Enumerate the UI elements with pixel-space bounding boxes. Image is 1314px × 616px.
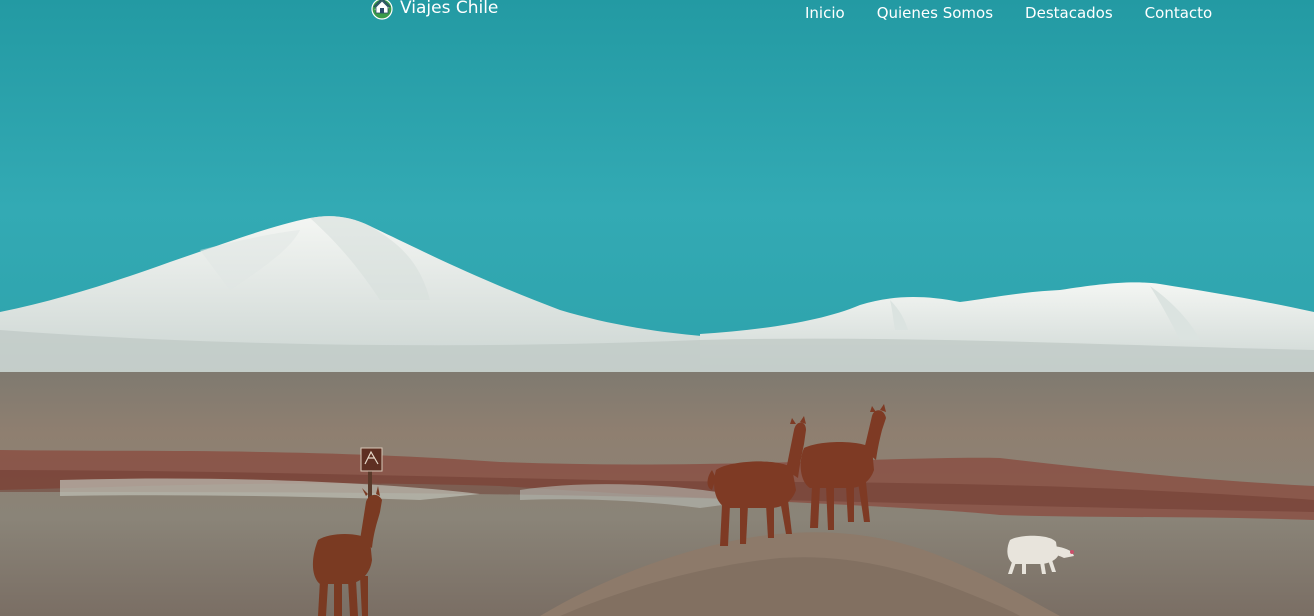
nav-link-contacto[interactable]: Contacto bbox=[1145, 4, 1213, 22]
brand-link[interactable]: Viajes Chile bbox=[370, 0, 498, 20]
nav-item-inicio: Inicio bbox=[789, 3, 861, 23]
brand-name: Viajes Chile bbox=[400, 0, 499, 18]
hero-background-image bbox=[0, 0, 1314, 616]
nav-item-contacto: Contacto bbox=[1129, 3, 1229, 23]
nav-item-quienes-somos: Quienes Somos bbox=[861, 3, 1009, 23]
nav-link-inicio[interactable]: Inicio bbox=[805, 4, 845, 22]
nav-link-quienes-somos[interactable]: Quienes Somos bbox=[877, 4, 993, 22]
nav-menu: Inicio Quienes Somos Destacados Contacto bbox=[789, 3, 1228, 23]
top-navbar: Viajes Chile Inicio Quienes Somos Destac… bbox=[0, 0, 1314, 30]
nav-link-destacados[interactable]: Destacados bbox=[1025, 4, 1113, 22]
nav-item-destacados: Destacados bbox=[1009, 3, 1129, 23]
house-globe-logo-icon bbox=[370, 0, 394, 20]
hero-section: Viajes Chile Inicio Quienes Somos Destac… bbox=[0, 0, 1314, 616]
